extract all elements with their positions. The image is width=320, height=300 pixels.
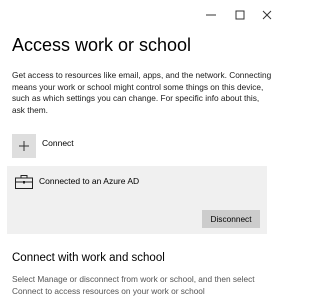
title-bar bbox=[0, 0, 278, 30]
maximize-icon bbox=[235, 10, 245, 20]
connect-button[interactable]: Connect bbox=[12, 134, 212, 160]
page-title: Access work or school bbox=[12, 35, 192, 55]
section-description: Select Manage or disconnect from work or… bbox=[12, 274, 255, 296]
disconnect-button[interactable]: Disconnect bbox=[202, 210, 260, 228]
connect-icon-box bbox=[12, 134, 36, 158]
plus-icon bbox=[19, 141, 29, 151]
account-label: Connected to an Azure AD bbox=[39, 176, 140, 186]
page-description: Get access to resources like email, apps… bbox=[12, 70, 272, 115]
briefcase-icon bbox=[15, 175, 33, 189]
section-title: Connect with work and school bbox=[12, 252, 165, 264]
work-account-item[interactable]: Connected to an Azure AD Disconnect bbox=[7, 166, 267, 234]
close-button[interactable] bbox=[250, 0, 284, 30]
connect-label: Connect bbox=[42, 138, 74, 148]
close-icon bbox=[262, 10, 272, 20]
minimize-icon bbox=[206, 14, 216, 16]
